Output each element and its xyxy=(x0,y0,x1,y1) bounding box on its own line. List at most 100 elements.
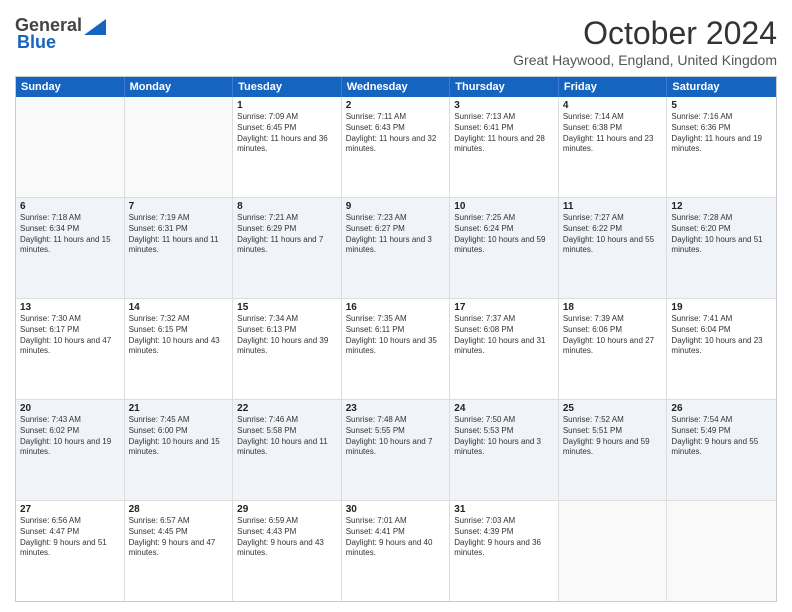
page: General Blue October 2024 Great Haywood,… xyxy=(0,0,792,612)
day-number: 25 xyxy=(563,403,663,414)
day-number: 12 xyxy=(671,201,772,212)
day-number: 27 xyxy=(20,504,120,515)
day-number: 8 xyxy=(237,201,337,212)
cal-cell-day: 15Sunrise: 7:34 AM Sunset: 6:13 PM Dayli… xyxy=(233,299,342,399)
cal-cell-day: 3Sunrise: 7:13 AM Sunset: 6:41 PM Daylig… xyxy=(450,97,559,197)
cal-cell-empty xyxy=(667,501,776,601)
day-number: 24 xyxy=(454,403,554,414)
calendar-week-row: 6Sunrise: 7:18 AM Sunset: 6:34 PM Daylig… xyxy=(16,198,776,299)
cell-sun-info: Sunrise: 7:11 AM Sunset: 6:43 PM Dayligh… xyxy=(346,112,446,155)
day-number: 31 xyxy=(454,504,554,515)
day-number: 29 xyxy=(237,504,337,515)
cal-cell-day: 18Sunrise: 7:39 AM Sunset: 6:06 PM Dayli… xyxy=(559,299,668,399)
day-number: 5 xyxy=(671,100,772,111)
day-number: 11 xyxy=(563,201,663,212)
logo-blue-text: Blue xyxy=(17,32,56,53)
cal-cell-day: 4Sunrise: 7:14 AM Sunset: 6:38 PM Daylig… xyxy=(559,97,668,197)
cal-cell-day: 19Sunrise: 7:41 AM Sunset: 6:04 PM Dayli… xyxy=(667,299,776,399)
day-number: 4 xyxy=(563,100,663,111)
cell-sun-info: Sunrise: 7:18 AM Sunset: 6:34 PM Dayligh… xyxy=(20,213,120,256)
cal-cell-day: 1Sunrise: 7:09 AM Sunset: 6:45 PM Daylig… xyxy=(233,97,342,197)
day-number: 14 xyxy=(129,302,229,313)
cal-cell-day: 24Sunrise: 7:50 AM Sunset: 5:53 PM Dayli… xyxy=(450,400,559,500)
day-number: 28 xyxy=(129,504,229,515)
cal-cell-day: 8Sunrise: 7:21 AM Sunset: 6:29 PM Daylig… xyxy=(233,198,342,298)
cal-cell-day: 14Sunrise: 7:32 AM Sunset: 6:15 PM Dayli… xyxy=(125,299,234,399)
day-number: 1 xyxy=(237,100,337,111)
cal-header-day: Saturday xyxy=(667,77,776,97)
cell-sun-info: Sunrise: 7:03 AM Sunset: 4:39 PM Dayligh… xyxy=(454,516,554,559)
day-number: 9 xyxy=(346,201,446,212)
cal-header-day: Monday xyxy=(125,77,234,97)
calendar-week-row: 27Sunrise: 6:56 AM Sunset: 4:47 PM Dayli… xyxy=(16,501,776,601)
cell-sun-info: Sunrise: 7:16 AM Sunset: 6:36 PM Dayligh… xyxy=(671,112,772,155)
cal-cell-day: 17Sunrise: 7:37 AM Sunset: 6:08 PM Dayli… xyxy=(450,299,559,399)
logo: General Blue xyxy=(15,15,106,53)
cell-sun-info: Sunrise: 7:27 AM Sunset: 6:22 PM Dayligh… xyxy=(563,213,663,256)
cal-cell-day: 20Sunrise: 7:43 AM Sunset: 6:02 PM Dayli… xyxy=(16,400,125,500)
cal-header-day: Tuesday xyxy=(233,77,342,97)
cal-cell-day: 7Sunrise: 7:19 AM Sunset: 6:31 PM Daylig… xyxy=(125,198,234,298)
day-number: 10 xyxy=(454,201,554,212)
cal-cell-day: 23Sunrise: 7:48 AM Sunset: 5:55 PM Dayli… xyxy=(342,400,451,500)
cal-cell-day: 30Sunrise: 7:01 AM Sunset: 4:41 PM Dayli… xyxy=(342,501,451,601)
day-number: 18 xyxy=(563,302,663,313)
header: General Blue October 2024 Great Haywood,… xyxy=(15,15,777,68)
cell-sun-info: Sunrise: 7:43 AM Sunset: 6:02 PM Dayligh… xyxy=(20,415,120,458)
cell-sun-info: Sunrise: 7:54 AM Sunset: 5:49 PM Dayligh… xyxy=(671,415,772,458)
calendar: SundayMondayTuesdayWednesdayThursdayFrid… xyxy=(15,76,777,602)
cal-header-day: Sunday xyxy=(16,77,125,97)
cal-cell-day: 26Sunrise: 7:54 AM Sunset: 5:49 PM Dayli… xyxy=(667,400,776,500)
cal-cell-day: 22Sunrise: 7:46 AM Sunset: 5:58 PM Dayli… xyxy=(233,400,342,500)
day-number: 7 xyxy=(129,201,229,212)
cell-sun-info: Sunrise: 7:23 AM Sunset: 6:27 PM Dayligh… xyxy=(346,213,446,256)
cell-sun-info: Sunrise: 7:30 AM Sunset: 6:17 PM Dayligh… xyxy=(20,314,120,357)
title-block: October 2024 Great Haywood, England, Uni… xyxy=(513,15,777,68)
cell-sun-info: Sunrise: 7:50 AM Sunset: 5:53 PM Dayligh… xyxy=(454,415,554,458)
cell-sun-info: Sunrise: 7:45 AM Sunset: 6:00 PM Dayligh… xyxy=(129,415,229,458)
day-number: 2 xyxy=(346,100,446,111)
logo-icon xyxy=(84,19,106,35)
cell-sun-info: Sunrise: 6:59 AM Sunset: 4:43 PM Dayligh… xyxy=(237,516,337,559)
cell-sun-info: Sunrise: 7:14 AM Sunset: 6:38 PM Dayligh… xyxy=(563,112,663,155)
cal-cell-day: 29Sunrise: 6:59 AM Sunset: 4:43 PM Dayli… xyxy=(233,501,342,601)
cal-header-day: Friday xyxy=(559,77,668,97)
cal-cell-day: 12Sunrise: 7:28 AM Sunset: 6:20 PM Dayli… xyxy=(667,198,776,298)
day-number: 3 xyxy=(454,100,554,111)
cell-sun-info: Sunrise: 7:48 AM Sunset: 5:55 PM Dayligh… xyxy=(346,415,446,458)
cell-sun-info: Sunrise: 7:52 AM Sunset: 5:51 PM Dayligh… xyxy=(563,415,663,458)
day-number: 17 xyxy=(454,302,554,313)
day-number: 30 xyxy=(346,504,446,515)
cell-sun-info: Sunrise: 7:01 AM Sunset: 4:41 PM Dayligh… xyxy=(346,516,446,559)
day-number: 22 xyxy=(237,403,337,414)
cal-cell-day: 2Sunrise: 7:11 AM Sunset: 6:43 PM Daylig… xyxy=(342,97,451,197)
calendar-week-row: 20Sunrise: 7:43 AM Sunset: 6:02 PM Dayli… xyxy=(16,400,776,501)
cell-sun-info: Sunrise: 7:41 AM Sunset: 6:04 PM Dayligh… xyxy=(671,314,772,357)
cell-sun-info: Sunrise: 7:35 AM Sunset: 6:11 PM Dayligh… xyxy=(346,314,446,357)
day-number: 19 xyxy=(671,302,772,313)
cal-cell-day: 5Sunrise: 7:16 AM Sunset: 6:36 PM Daylig… xyxy=(667,97,776,197)
cell-sun-info: Sunrise: 7:19 AM Sunset: 6:31 PM Dayligh… xyxy=(129,213,229,256)
cell-sun-info: Sunrise: 7:13 AM Sunset: 6:41 PM Dayligh… xyxy=(454,112,554,155)
cal-cell-day: 25Sunrise: 7:52 AM Sunset: 5:51 PM Dayli… xyxy=(559,400,668,500)
calendar-header-row: SundayMondayTuesdayWednesdayThursdayFrid… xyxy=(16,77,776,97)
cell-sun-info: Sunrise: 7:34 AM Sunset: 6:13 PM Dayligh… xyxy=(237,314,337,357)
calendar-week-row: 1Sunrise: 7:09 AM Sunset: 6:45 PM Daylig… xyxy=(16,97,776,198)
day-number: 15 xyxy=(237,302,337,313)
cal-header-day: Thursday xyxy=(450,77,559,97)
day-number: 26 xyxy=(671,403,772,414)
calendar-body: 1Sunrise: 7:09 AM Sunset: 6:45 PM Daylig… xyxy=(16,97,776,601)
cell-sun-info: Sunrise: 7:28 AM Sunset: 6:20 PM Dayligh… xyxy=(671,213,772,256)
cal-cell-day: 31Sunrise: 7:03 AM Sunset: 4:39 PM Dayli… xyxy=(450,501,559,601)
cal-cell-day: 13Sunrise: 7:30 AM Sunset: 6:17 PM Dayli… xyxy=(16,299,125,399)
day-number: 23 xyxy=(346,403,446,414)
location: Great Haywood, England, United Kingdom xyxy=(513,52,777,68)
cell-sun-info: Sunrise: 7:39 AM Sunset: 6:06 PM Dayligh… xyxy=(563,314,663,357)
cal-cell-empty xyxy=(16,97,125,197)
day-number: 13 xyxy=(20,302,120,313)
cell-sun-info: Sunrise: 6:57 AM Sunset: 4:45 PM Dayligh… xyxy=(129,516,229,559)
cell-sun-info: Sunrise: 7:09 AM Sunset: 6:45 PM Dayligh… xyxy=(237,112,337,155)
cal-header-day: Wednesday xyxy=(342,77,451,97)
cal-cell-day: 21Sunrise: 7:45 AM Sunset: 6:00 PM Dayli… xyxy=(125,400,234,500)
cal-cell-day: 9Sunrise: 7:23 AM Sunset: 6:27 PM Daylig… xyxy=(342,198,451,298)
